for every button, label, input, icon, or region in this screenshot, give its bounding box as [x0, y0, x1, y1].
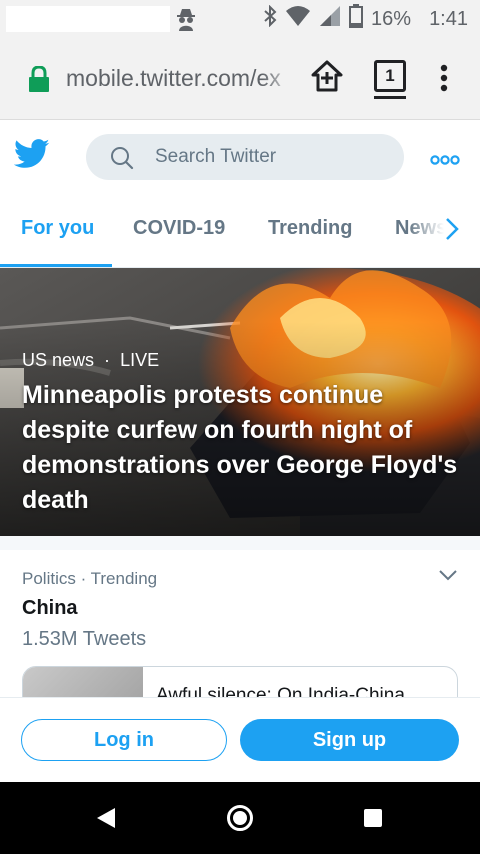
- explore-tabs: For you COVID-19 Trending News: [0, 194, 480, 268]
- search-placeholder: Search Twitter: [155, 146, 277, 167]
- story-category: US news: [22, 350, 95, 370]
- recents-icon[interactable]: [364, 809, 382, 827]
- lock-icon[interactable]: [28, 65, 50, 97]
- tabs-icon[interactable]: 1: [374, 60, 406, 92]
- signal-icon: [319, 5, 341, 33]
- trend-item[interactable]: Politics · Trending China 1.53M Tweets A…: [0, 550, 480, 700]
- tabs-icon-underline: [374, 96, 406, 99]
- search-input[interactable]: Search Twitter: [86, 134, 404, 180]
- auth-bar: Log in Sign up: [0, 697, 480, 782]
- add-to-home-icon[interactable]: [309, 58, 345, 99]
- tab-for-you[interactable]: For you: [21, 217, 94, 240]
- bluetooth-icon: [263, 4, 277, 33]
- system-navigation-bar: [0, 782, 480, 854]
- tab-trending[interactable]: Trending: [268, 217, 352, 240]
- browser-toolbar: mobile.twitter.com/ex 1: [0, 38, 480, 120]
- status-bar: 16% 1:41: [0, 0, 480, 38]
- story-headline[interactable]: Minneapolis protests continue despite cu…: [22, 378, 462, 518]
- trend-context: Politics · Trending: [22, 569, 158, 588]
- incognito-icon: [176, 7, 196, 36]
- article-thumbnail: [23, 667, 143, 700]
- overflow-menu-icon[interactable]: [440, 64, 448, 97]
- meta-separator: ·: [104, 350, 111, 370]
- chevron-down-icon[interactable]: [438, 568, 458, 587]
- login-button[interactable]: Log in: [21, 719, 227, 761]
- story-meta: US news · LIVE: [22, 350, 159, 371]
- signup-button[interactable]: Sign up: [240, 719, 459, 761]
- live-label: LIVE: [120, 350, 160, 370]
- search-icon: [110, 146, 134, 175]
- back-icon[interactable]: [95, 806, 117, 835]
- trend-tweet-count: 1.53M Tweets: [22, 628, 147, 650]
- twitter-header: Search Twitter: [0, 120, 480, 194]
- article-card[interactable]: Awful silence: On India-China: [22, 666, 458, 700]
- more-icon[interactable]: [430, 152, 460, 170]
- url-fade: [262, 58, 296, 102]
- twitter-bird-icon[interactable]: [13, 138, 50, 175]
- home-icon[interactable]: [226, 804, 254, 837]
- clock: 1:41: [429, 7, 468, 30]
- battery-icon: [349, 4, 364, 34]
- status-bar-blank-area: [6, 6, 170, 32]
- battery-percent: 16%: [371, 7, 412, 30]
- trend-title[interactable]: China: [22, 597, 78, 620]
- wifi-icon: [285, 5, 311, 33]
- tab-covid-19[interactable]: COVID-19: [133, 217, 225, 240]
- chevron-right-icon[interactable]: [444, 216, 460, 247]
- active-tab-indicator: [0, 264, 112, 267]
- url-field[interactable]: mobile.twitter.com/ex: [66, 65, 292, 95]
- featured-story[interactable]: US news · LIVE Minneapolis protests cont…: [0, 268, 480, 536]
- section-divider: [0, 536, 480, 550]
